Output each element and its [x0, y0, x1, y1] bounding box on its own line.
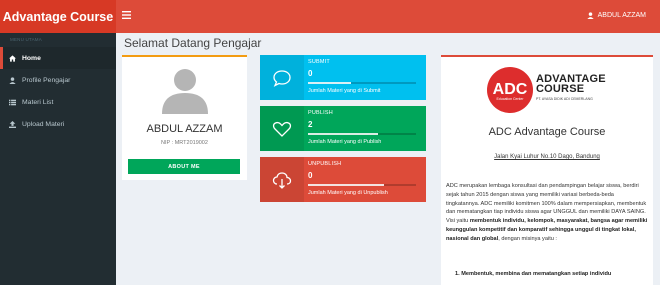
adc-logo-tagline: PT. AYASA DIDIK ADI CEMERLANG — [536, 97, 593, 101]
stat-box-unpublish: UNPUBLISH 0 Jumlah Materi yang di Unpubl… — [260, 157, 426, 202]
list-icon — [9, 99, 16, 105]
cloud-download-icon — [260, 157, 304, 202]
stat-progress-bar — [308, 82, 416, 84]
stat-label: UNPUBLISH — [308, 161, 342, 167]
about-me-button[interactable]: ABOUT ME — [128, 159, 240, 174]
stat-value: 2 — [308, 120, 313, 129]
heart-icon — [260, 106, 304, 151]
stat-progress-bar — [308, 133, 416, 135]
profile-card: ABDUL AZZAM NIP : MRT2019002 ABOUT ME — [122, 55, 247, 180]
stat-description: Jumlah Materi yang di Submit — [308, 88, 381, 94]
sidebar-item-label: Materi List — [22, 98, 54, 106]
mission-list-item: 1. Membentuk, membina dan mematangkan se… — [455, 271, 612, 277]
stat-description: Jumlah Materi yang di Unpublish — [308, 190, 388, 196]
sidebar-item-label: Home — [22, 54, 41, 62]
upload-icon — [9, 120, 16, 128]
course-description: ADC merupakan lembaga konsultasi dan pen… — [446, 183, 648, 242]
avatar-placeholder-icon — [162, 69, 208, 114]
user-name: ABDUL AZZAM — [597, 12, 646, 19]
sidebar-item-label: Upload Materi — [22, 120, 65, 128]
user-menu[interactable]: ABDUL AZZAM — [586, 12, 646, 19]
bars-icon — [122, 11, 131, 19]
sidebar-item-upload-materi[interactable]: Upload Materi — [0, 113, 116, 135]
sidebar-item-profile-pengajar[interactable]: Profile Pengajar — [0, 69, 116, 91]
brand-logo[interactable]: Advantage Course — [0, 0, 116, 33]
stat-description: Jumlah Materi yang di Publish — [308, 139, 382, 145]
user-icon — [586, 12, 594, 19]
course-address: Jalan Kyai Luhur No.10 Dago, Bandung — [494, 154, 600, 160]
chat-bubble-icon — [260, 55, 304, 100]
adc-logo-sub: Education Center — [496, 97, 524, 101]
adc-logo: ADC Education Center ADVANTAGE COURSE PT.… — [487, 67, 607, 117]
user-icon — [9, 76, 16, 84]
profile-nip: NIP : MRT2019002 — [161, 140, 208, 146]
stat-value: 0 — [308, 69, 313, 78]
adc-logo-name: ADVANTAGE COURSE — [536, 73, 606, 95]
home-icon — [9, 54, 16, 62]
top-navbar: ABDUL AZZAM — [116, 0, 660, 33]
profile-name: ABDUL AZZAM — [146, 123, 223, 135]
sidebar-menu-header: MENU UTAMA — [10, 37, 42, 42]
stat-box-publish: PUBLISH 2 Jumlah Materi yang di Publish — [260, 106, 426, 151]
stat-box-submit: SUBMIT 0 Jumlah Materi yang di Submit — [260, 55, 426, 100]
sidebar-toggle-button[interactable] — [122, 9, 131, 23]
stat-label: SUBMIT — [308, 59, 330, 65]
sidebar: MENU UTAMA Home Profile Pengajar Materi … — [0, 33, 116, 285]
about-course-card: ADC Education Center ADVANTAGE COURSE PT.… — [441, 55, 653, 285]
sidebar-item-label: Profile Pengajar — [22, 76, 71, 84]
course-title: ADC Advantage Course — [488, 126, 606, 138]
stat-value: 0 — [308, 171, 313, 180]
sidebar-item-materi-list[interactable]: Materi List — [0, 91, 116, 113]
stat-progress-bar — [308, 184, 416, 186]
page-title: Selamat Datang Pengajar — [124, 36, 262, 50]
stat-label: PUBLISH — [308, 110, 333, 116]
sidebar-item-home[interactable]: Home — [0, 47, 116, 69]
adc-logo-circle: ADC — [487, 67, 533, 113]
